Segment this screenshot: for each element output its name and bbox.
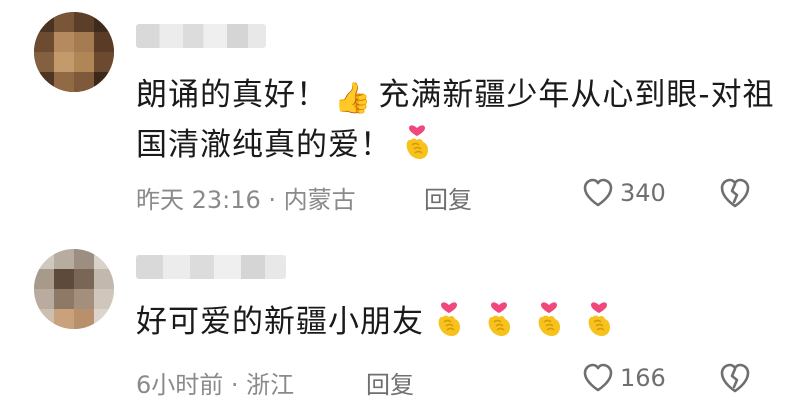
heart-outline-icon bbox=[583, 178, 613, 207]
like-button[interactable]: 166 bbox=[582, 361, 666, 395]
comment-text-part: 好可爱的新疆小朋友 bbox=[136, 304, 424, 340]
dislike-button[interactable] bbox=[718, 176, 752, 210]
avatar[interactable] bbox=[34, 249, 114, 329]
like-button[interactable]: 340 bbox=[582, 176, 666, 210]
like-count: 166 bbox=[620, 364, 666, 392]
username-blurred[interactable] bbox=[136, 24, 266, 48]
like-count: 340 bbox=[620, 179, 666, 207]
reply-button[interactable]: 回复 bbox=[366, 365, 414, 400]
heart-hands-emoji-icon bbox=[402, 125, 432, 161]
timestamp-location: 6小时前 · 浙江 bbox=[136, 371, 295, 399]
timestamp-location: 昨天 23:16 · 内蒙古 bbox=[136, 186, 356, 214]
dislike-button[interactable] bbox=[718, 361, 752, 395]
comment-text: 好可爱的新疆小朋友 bbox=[136, 297, 776, 347]
comment-text: 朗诵的真好！ 👍 充满新疆少年从心到眼-对祖国清澈纯真的爱！ bbox=[136, 70, 776, 170]
broken-heart-icon bbox=[720, 363, 750, 393]
comment-meta: 6小时前 · 浙江 回复 166 bbox=[136, 361, 776, 399]
heart-hands-emoji-icon bbox=[434, 302, 464, 338]
username-blurred[interactable] bbox=[136, 255, 286, 279]
heart-hands-emoji-icon bbox=[534, 302, 564, 338]
thumbs-up-icon: 👍 bbox=[334, 81, 373, 116]
broken-heart-icon bbox=[720, 178, 750, 208]
comment-item: 朗诵的真好！ 👍 充满新疆少年从心到眼-对祖国清澈纯真的爱！ 昨天 23:16 · … bbox=[0, 0, 800, 225]
comment-text-part: 朗诵的真好！ bbox=[136, 77, 328, 113]
comment-meta: 昨天 23:16 · 内蒙古 回复 340 bbox=[136, 176, 776, 214]
reply-button[interactable]: 回复 bbox=[424, 180, 472, 215]
comment-item: 好可爱的新疆小朋友 6小时前 · 浙江 回复 166 bbox=[0, 235, 800, 401]
heart-hands-emoji-icon bbox=[484, 302, 514, 338]
heart-hands-emoji-icon bbox=[584, 302, 614, 338]
avatar[interactable] bbox=[34, 12, 114, 92]
heart-outline-icon bbox=[583, 363, 613, 392]
